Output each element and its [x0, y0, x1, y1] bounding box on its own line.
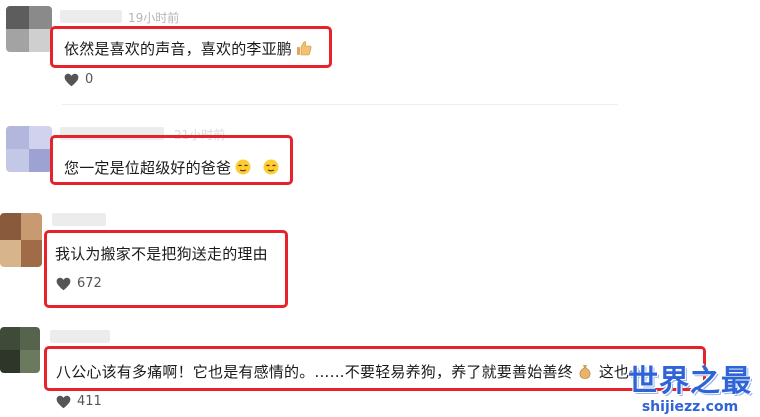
comment-text-body: 依然是喜欢的声音，喜欢的李亚鹏 — [64, 40, 293, 58]
relieved-face-icon — [263, 159, 279, 175]
avatar[interactable] — [0, 213, 42, 267]
avatar[interactable] — [6, 6, 52, 52]
like-button[interactable]: 0 — [64, 72, 93, 87]
like-count: 0 — [85, 72, 94, 87]
heart-icon — [64, 73, 79, 86]
relieved-face-icon — [235, 159, 251, 175]
comment-text: 我认为搬家不是把狗送走的理由 — [55, 243, 268, 264]
heart-icon — [56, 277, 71, 290]
timestamp: 19小时前 — [128, 11, 180, 25]
like-button[interactable]: 672 — [56, 276, 102, 291]
watermark-url: shijiezz.com — [641, 399, 739, 415]
money-bag-icon — [577, 363, 593, 379]
username[interactable] — [50, 330, 110, 343]
comment-text: 依然是喜欢的声音，喜欢的李亚鹏 — [64, 38, 312, 59]
comment-text-body: 我认为搬家不是把狗送走的理由 — [55, 245, 268, 263]
like-button[interactable]: 411 — [56, 394, 102, 409]
heart-icon — [56, 395, 71, 408]
comment-item: 21小时前 您一定是位超级好的爸爸 — [0, 110, 760, 205]
username[interactable] — [52, 213, 106, 226]
comment-item: 19小时前 依然是喜欢的声音，喜欢的李亚鹏 0 — [0, 0, 760, 110]
username[interactable] — [60, 10, 122, 23]
comment-text-body: 您一定是位超级好的爸爸 — [64, 159, 232, 177]
thumbs-up-icon — [296, 40, 312, 56]
avatar[interactable] — [0, 327, 40, 373]
comment-text: 您一定是位超级好的爸爸 — [64, 157, 279, 178]
like-count: 411 — [77, 394, 102, 409]
watermark-title: 世界之最 — [628, 364, 752, 399]
like-count: 672 — [77, 276, 102, 291]
highlight-box — [44, 230, 288, 308]
comment-text-body: 八公心该有多痛啊！它也是有感情的。……不要轻易养狗，养了就要善始善终 — [56, 363, 573, 381]
avatar[interactable] — [6, 126, 52, 172]
watermark: 世界之最 shijiezz.com — [628, 364, 752, 416]
divider — [62, 104, 618, 105]
comment-text: 八公心该有多痛啊！它也是有感情的。……不要轻易养狗，养了就要善始善终 这也一 — [56, 361, 644, 382]
comment-item: 我认为搬家不是把狗送走的理由 672 — [0, 205, 760, 317]
